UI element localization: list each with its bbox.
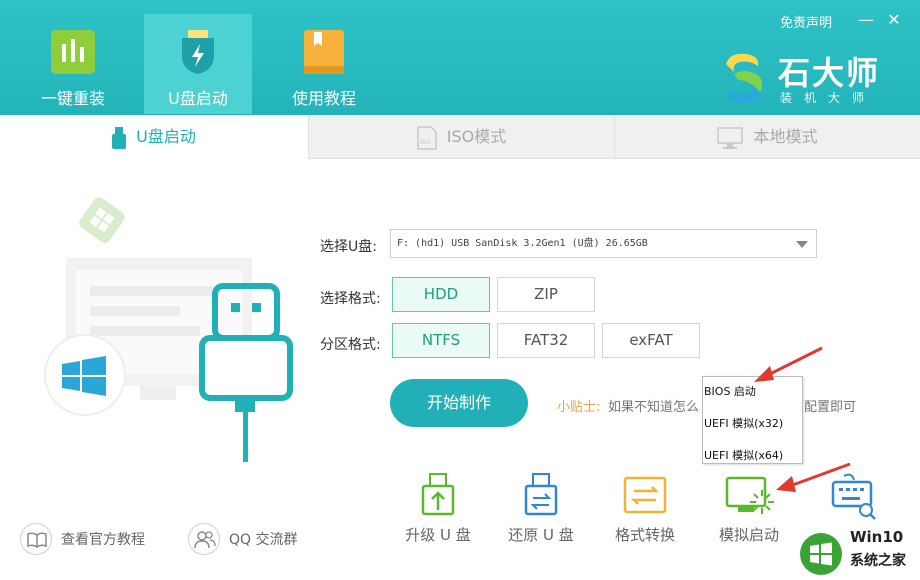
partition-label: 分区格式: [320, 337, 381, 353]
tab-label: ISO模式 [446, 127, 507, 146]
start-make-button[interactable]: 开始制作 [390, 379, 528, 427]
nav-tab-one-click-reinstall[interactable]: 一键重装 [19, 14, 127, 114]
brand-logo-icon [726, 53, 763, 103]
tab-local-mode[interactable]: 本地模式 [614, 115, 920, 159]
usb-drive-icon [112, 126, 127, 149]
format-label: 选择格式: [320, 291, 381, 307]
tool-label: 模拟启动 [718, 526, 779, 544]
brand-logo: 石大师 装机大师 [720, 48, 900, 108]
usb-select-label: 选择U盘: [320, 239, 377, 255]
tab-label: U盘启动 [136, 127, 196, 146]
nav-tab-label: U盘启动 [168, 89, 228, 108]
tab-usb-boot[interactable]: U盘启动 [0, 115, 308, 159]
tip-label: 小贴士: [557, 400, 601, 415]
partition-option-ntfs[interactable]: NTFS [392, 323, 490, 358]
monitor-icon [717, 126, 744, 149]
keyboard-search-icon [831, 473, 876, 520]
watermark-line2: 系统之家 [850, 553, 906, 569]
qq-group-link[interactable]: QQ 交流群 [188, 523, 318, 557]
users-icon [188, 523, 220, 555]
iso-file-icon: ISO [417, 125, 437, 150]
mode-tabs: U盘启动 ISO ISO模式 本地模式 [0, 115, 920, 159]
format-option-hdd[interactable]: HDD [392, 277, 490, 312]
official-tutorial-link[interactable]: 查看官方教程 [20, 523, 160, 557]
chevron-down-icon[interactable] [796, 241, 808, 248]
close-button[interactable]: ✕ [884, 10, 904, 29]
format-convert-icon [623, 476, 667, 514]
book-icon [304, 30, 344, 74]
brand-subtitle: 装机大师 [780, 91, 877, 105]
nav-tab-label: 一键重装 [40, 89, 105, 108]
partition-option-exfat[interactable]: exFAT [602, 323, 700, 358]
tip-text: 如果不知道怎么 [608, 400, 700, 415]
disclaimer-link[interactable]: 免责声明 [780, 12, 832, 31]
usb-restore-icon [524, 473, 558, 516]
simulate-boot-icon [725, 476, 774, 514]
qq-group-label: QQ 交流群 [229, 532, 298, 548]
tab-iso-mode[interactable]: ISO ISO模式 [308, 115, 614, 159]
usb-shield-icon [182, 30, 214, 74]
nav-tab-tutorial[interactable]: 使用教程 [270, 14, 378, 114]
partition-option-fat32[interactable]: FAT32 [497, 323, 595, 358]
tool-label: 格式转换 [614, 526, 675, 544]
usb-illustration [44, 197, 293, 462]
nav-tab-label: 使用教程 [291, 89, 356, 108]
minimize-button[interactable]: — [856, 10, 876, 29]
tool-label: 升级 U 盘 [405, 526, 471, 544]
tab-label: 本地模式 [753, 127, 818, 146]
win10-watermark: Win10 系统之家 [797, 528, 920, 580]
app-header: 一键重装 U盘启动 使用教程 免责声明 — ✕ 石大师 装机大师 [0, 0, 920, 115]
watermark-line1: Win10 [850, 528, 904, 546]
tool-upgrade-usb[interactable]: 升级 U 盘 [393, 472, 483, 545]
tool-restore-usb[interactable]: 还原 U 盘 [496, 472, 586, 545]
nav-tab-usb-boot[interactable]: U盘启动 [144, 14, 252, 114]
windows-diamond-icon [79, 197, 125, 243]
brand-name: 石大师 [778, 54, 881, 92]
red-arrow-icon [754, 366, 774, 382]
bar-chart-icon [51, 30, 95, 74]
tool-format-convert[interactable]: 格式转换 [600, 472, 690, 545]
usb-drive-value: F: (hd1) USB SanDisk 3.2Gen1 (U盘) 26.65G… [397, 238, 648, 249]
tool-simulate-boot[interactable]: 模拟启动 [704, 472, 794, 545]
book-icon [20, 523, 52, 555]
usb-upgrade-icon [421, 473, 455, 516]
svg-text:ISO: ISO [420, 139, 431, 146]
usb-drive-select[interactable]: F: (hd1) USB SanDisk 3.2Gen1 (U盘) 26.65G… [390, 229, 817, 258]
format-option-zip[interactable]: ZIP [497, 277, 595, 312]
tool-keyboard-test[interactable] [808, 472, 898, 524]
official-tutorial-label: 查看官方教程 [61, 532, 145, 548]
tool-label: 还原 U 盘 [508, 526, 574, 544]
win10-logo-icon [800, 533, 842, 575]
